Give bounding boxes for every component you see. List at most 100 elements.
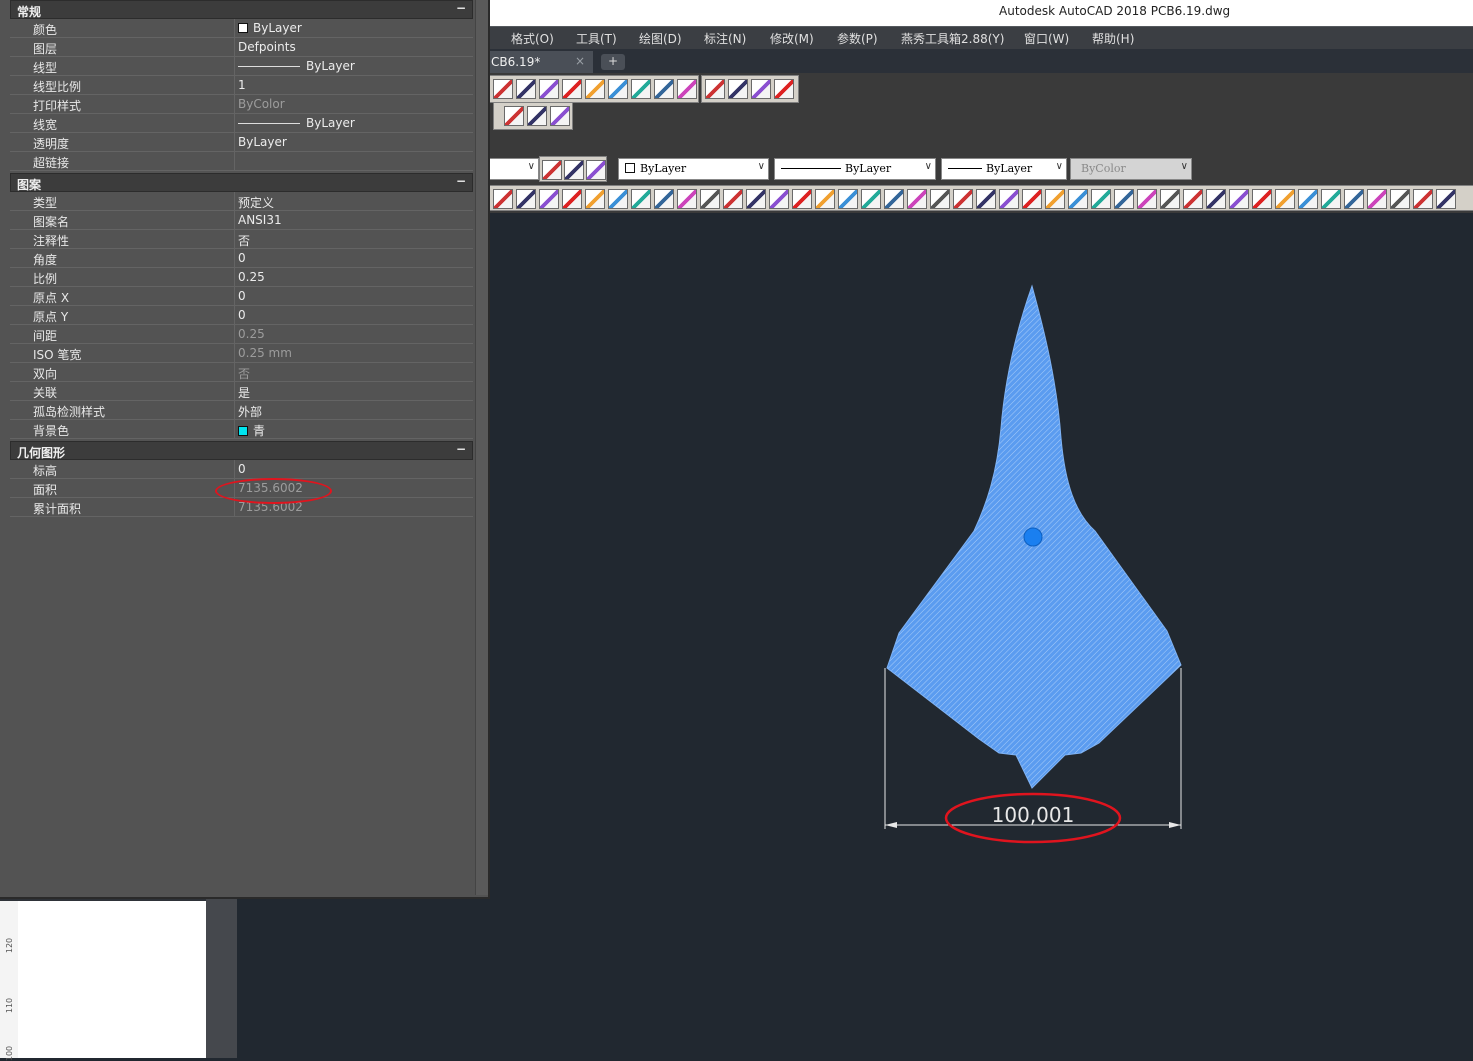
toolbar-tool-icon[interactable] (1068, 189, 1088, 209)
property-value[interactable]: 0 (238, 308, 246, 322)
toolbar-tool-icon[interactable] (585, 189, 605, 209)
toolbar-tool-icon[interactable] (1183, 189, 1203, 209)
toolbar-tool-icon[interactable] (728, 79, 748, 99)
toolbar-tool-icon[interactable] (550, 106, 570, 126)
property-row[interactable]: 线型比例 1 (10, 76, 473, 95)
property-value[interactable]: ByLayer (238, 116, 355, 130)
property-row[interactable]: 原点 X 0 (10, 287, 473, 306)
toolbar-tool-icon[interactable] (953, 189, 973, 209)
toolbar-tool-icon[interactable] (1344, 189, 1364, 209)
plotstyle-dropdown[interactable]: ByColor ∨ (1070, 158, 1192, 180)
toolbar-tool-icon[interactable] (838, 189, 858, 209)
menu-item[interactable]: 参数(P) (837, 30, 878, 47)
toolbar-tool-icon[interactable] (792, 189, 812, 209)
menu-item[interactable]: 窗口(W) (1024, 30, 1069, 47)
toolbar-tool-icon[interactable] (1367, 189, 1387, 209)
toolbar-tool-icon[interactable] (1252, 189, 1272, 209)
drawing-canvas[interactable]: 100,001 (489, 213, 1473, 1058)
toolbar-tool-icon[interactable] (586, 160, 606, 180)
menu-item[interactable]: 帮助(H) (1092, 30, 1134, 47)
property-row[interactable]: 透明度 ByLayer (10, 133, 473, 152)
menu-item[interactable]: 绘图(D) (639, 30, 682, 47)
toolbar-tool-icon[interactable] (539, 79, 559, 99)
toolbar-tool-icon[interactable] (493, 79, 513, 99)
toolbar-tool-icon[interactable] (1275, 189, 1295, 209)
toolbar-tool-icon[interactable] (631, 79, 651, 99)
property-row[interactable]: 原点 Y 0 (10, 306, 473, 325)
collapse-icon[interactable]: − (456, 1, 466, 15)
layer-dropdown[interactable]: ∨ (489, 158, 539, 180)
menu-item[interactable]: 燕秀工具箱2.88(Y) (901, 30, 1004, 47)
toolbar-tool-icon[interactable] (1045, 189, 1065, 209)
toolbar-tool-icon[interactable] (585, 79, 605, 99)
toolbar-tool-icon[interactable] (1022, 189, 1042, 209)
property-row[interactable]: 角度 0 (10, 249, 473, 268)
toolbar-tool-icon[interactable] (769, 189, 789, 209)
toolbar-tool-icon[interactable] (677, 189, 697, 209)
property-row[interactable]: 关联 是 (10, 382, 473, 401)
document-tab[interactable]: CB6.19* × (489, 51, 593, 73)
color-dropdown[interactable]: ByLayer ∨ (618, 158, 769, 180)
toolbar-tool-icon[interactable] (884, 189, 904, 209)
property-value[interactable]: 外部 (238, 403, 262, 420)
property-row[interactable]: 颜色 ByLayer (10, 19, 473, 38)
property-value[interactable]: ByLayer (238, 135, 287, 149)
toolbar-tool-icon[interactable] (700, 189, 720, 209)
toolbar-tool-icon[interactable] (562, 79, 582, 99)
toolbar-tool-icon[interactable] (1114, 189, 1134, 209)
toolbar-tool-icon[interactable] (1229, 189, 1249, 209)
menu-item[interactable]: 工具(T) (576, 30, 617, 47)
lineweight-dropdown[interactable]: ByLayer ∨ (941, 158, 1067, 180)
property-row[interactable]: 双向 否 (10, 363, 473, 382)
toolbar-tool-icon[interactable] (608, 79, 628, 99)
toolbar-tool-icon[interactable] (1390, 189, 1410, 209)
toolbar-tool-icon[interactable] (1321, 189, 1341, 209)
toolbar-tool-icon[interactable] (654, 189, 674, 209)
toolbar-tool-icon[interactable] (1091, 189, 1111, 209)
toolbar-tool-icon[interactable] (516, 189, 536, 209)
property-row[interactable]: ISO 笔宽 0.25 mm (10, 344, 473, 363)
palette-side-strip[interactable] (475, 0, 488, 895)
property-value[interactable]: ANSI31 (238, 213, 282, 227)
property-value[interactable]: 1 (238, 78, 246, 92)
property-row[interactable]: 超链接 (10, 152, 473, 171)
toolbar-tool-icon[interactable] (774, 79, 794, 99)
property-row[interactable]: 孤岛检测样式 外部 (10, 401, 473, 420)
property-row[interactable]: 标高 0 (10, 460, 473, 479)
menu-item[interactable]: 标注(N) (704, 30, 746, 47)
property-value[interactable]: 0.25 (238, 270, 265, 284)
property-row[interactable]: 注释性 否 (10, 230, 473, 249)
toolbar-tool-icon[interactable] (654, 79, 674, 99)
toolbar-tool-icon[interactable] (527, 106, 547, 126)
toolbar-tool-icon[interactable] (1436, 189, 1456, 209)
toolbar-tool-icon[interactable] (564, 160, 584, 180)
property-row[interactable]: 背景色 青 (10, 420, 473, 439)
property-row[interactable]: 图案名 ANSI31 (10, 211, 473, 230)
toolbar-tool-icon[interactable] (1298, 189, 1318, 209)
property-row[interactable]: 比例 0.25 (10, 268, 473, 287)
property-row[interactable]: 类型 预定义 (10, 192, 473, 211)
toolbar-tool-icon[interactable] (562, 189, 582, 209)
property-row[interactable]: 间距 0.25 (10, 325, 473, 344)
toolbar-tool-icon[interactable] (1206, 189, 1226, 209)
grip-point[interactable] (1023, 527, 1043, 547)
section-header[interactable]: 图案 − (10, 173, 473, 192)
toolbar-tool-icon[interactable] (539, 189, 559, 209)
property-value[interactable]: 否 (238, 232, 250, 249)
property-value[interactable]: 是 (238, 384, 250, 401)
section-header[interactable]: 常规 − (10, 0, 473, 19)
property-value[interactable]: 预定义 (238, 194, 274, 211)
property-value[interactable]: 0 (238, 289, 246, 303)
toolbar-tool-icon[interactable] (930, 189, 950, 209)
menu-item[interactable]: 格式(O) (511, 30, 554, 47)
toolbar-tool-icon[interactable] (976, 189, 996, 209)
property-row[interactable]: 图层 Defpoints (10, 38, 473, 57)
toolbar-tool-icon[interactable] (1137, 189, 1157, 209)
toolbar-tool-icon[interactable] (751, 79, 771, 99)
property-row[interactable]: 线型 ByLayer (10, 57, 473, 76)
section-header[interactable]: 几何图形 − (10, 441, 473, 460)
toolbar-tool-icon[interactable] (705, 79, 725, 99)
property-row[interactable]: 打印样式 ByColor (10, 95, 473, 114)
property-value[interactable]: ByLayer (238, 59, 355, 73)
property-row[interactable]: 线宽 ByLayer (10, 114, 473, 133)
